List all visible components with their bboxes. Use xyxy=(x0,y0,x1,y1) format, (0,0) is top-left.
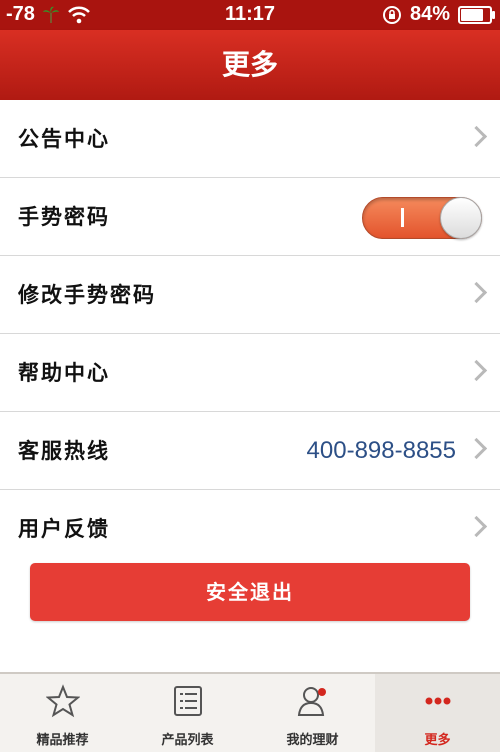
person-icon xyxy=(297,687,326,716)
star-icon xyxy=(45,684,80,718)
row-gesture-password: 手势密码 xyxy=(0,178,500,256)
hotline-number[interactable]: 400-898-8855 xyxy=(307,412,456,489)
status-bar: -78 11:17 84% xyxy=(0,0,500,30)
tab-label: 我的理财 xyxy=(286,733,339,748)
logout-button[interactable]: 安全退出 xyxy=(30,563,470,621)
tab-more[interactable]: 更多 xyxy=(375,674,500,752)
rotation-lock-icon xyxy=(382,5,401,24)
toggle-on-mark xyxy=(401,208,404,227)
row-label: 客服热线 xyxy=(18,438,110,463)
row-customer-hotline[interactable]: 客服热线 400-898-8855 xyxy=(0,412,500,490)
list-icon xyxy=(173,686,202,716)
row-announcements[interactable]: 公告中心 xyxy=(0,100,500,178)
chevron-right-icon xyxy=(465,359,488,382)
tab-product-list[interactable]: 产品列表 xyxy=(125,674,250,752)
battery-icon xyxy=(458,5,495,24)
page-title: 更多 xyxy=(221,48,278,81)
row-label: 公告中心 xyxy=(18,126,110,151)
row-change-gesture-password[interactable]: 修改手势密码 xyxy=(0,256,500,334)
chevron-right-icon xyxy=(465,515,488,538)
tab-label: 产品列表 xyxy=(161,733,214,748)
more-icon xyxy=(425,697,450,705)
row-label: 帮助中心 xyxy=(18,360,110,385)
tab-label: 精品推荐 xyxy=(36,733,89,748)
row-help-center[interactable]: 帮助中心 xyxy=(0,334,500,412)
gesture-password-toggle[interactable] xyxy=(362,197,482,239)
row-label: 修改手势密码 xyxy=(18,282,156,307)
row-user-feedback[interactable]: 用户反馈 xyxy=(0,490,500,567)
chevron-right-icon xyxy=(465,437,488,460)
settings-list: 公告中心 手势密码 修改手势密码 帮助中心 客服热线 400-898-8855 … xyxy=(0,100,500,567)
tab-label: 更多 xyxy=(424,733,451,748)
nav-bar: 更多 xyxy=(0,30,500,100)
toggle-knob[interactable] xyxy=(440,197,482,239)
tab-my-finance[interactable]: 我的理财 xyxy=(250,674,375,752)
row-label: 手势密码 xyxy=(18,204,110,229)
battery-fill xyxy=(461,8,483,21)
tab-featured[interactable]: 精品推荐 xyxy=(0,674,125,752)
tab-bar: 精品推荐 产品列表 我的理财 更多 xyxy=(0,672,500,752)
row-label: 用户反馈 xyxy=(18,516,110,541)
battery-percent: 84% xyxy=(409,3,450,25)
chevron-right-icon xyxy=(465,125,488,148)
chevron-right-icon xyxy=(465,281,488,304)
